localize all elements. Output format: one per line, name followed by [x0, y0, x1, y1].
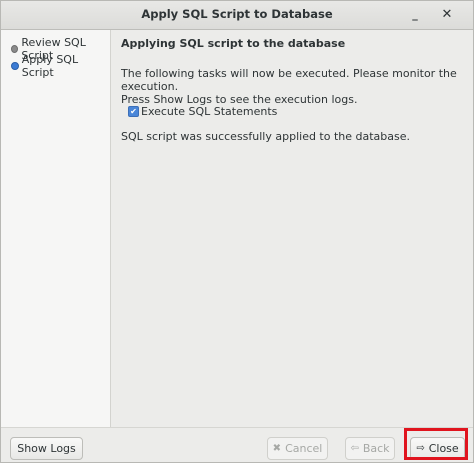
step-apply-sql-script: Apply SQL Script: [11, 53, 110, 79]
minimize-button[interactable]: _: [405, 5, 425, 25]
page-heading: Applying SQL script to the database: [121, 37, 346, 50]
task-checkbox: ✔: [128, 106, 139, 117]
step-done-icon: [11, 45, 19, 53]
description: The following tasks will now be executed…: [121, 67, 466, 106]
cancel-button[interactable]: ✖ Cancel: [267, 437, 328, 460]
step-current-icon: [11, 62, 19, 70]
button-bar: Show Logs ✖ Cancel ⇦ Back ⇨ Close: [1, 427, 473, 462]
close-button-highlight: [404, 428, 468, 460]
wizard-steps-sidebar: Review SQL Script Apply SQL Script: [1, 30, 111, 427]
window-close-button[interactable]: ✕: [437, 5, 457, 25]
title-bar: Apply SQL Script to Database _ ✕: [1, 1, 473, 30]
step-label: Apply SQL Script: [21, 53, 79, 79]
dialog-window: Apply SQL Script to Database _ ✕ Review …: [0, 0, 474, 463]
show-logs-button[interactable]: Show Logs: [10, 437, 83, 460]
cancel-icon: ✖: [272, 443, 282, 454]
back-arrow-icon: ⇦: [350, 443, 359, 454]
description-line-1: The following tasks will now be executed…: [121, 67, 457, 93]
show-logs-label: Show Logs: [17, 442, 76, 455]
result-message: SQL script was successfully applied to t…: [121, 130, 411, 143]
cancel-label: Cancel: [285, 442, 323, 455]
task-label: Execute SQL Statements: [141, 105, 278, 118]
back-button[interactable]: ⇦ Back: [345, 437, 395, 460]
back-label: Back: [362, 442, 390, 455]
task-execute-sql-statements: ✔ Execute SQL Statements: [128, 105, 277, 118]
window-title: Apply SQL Script to Database: [141, 7, 333, 21]
